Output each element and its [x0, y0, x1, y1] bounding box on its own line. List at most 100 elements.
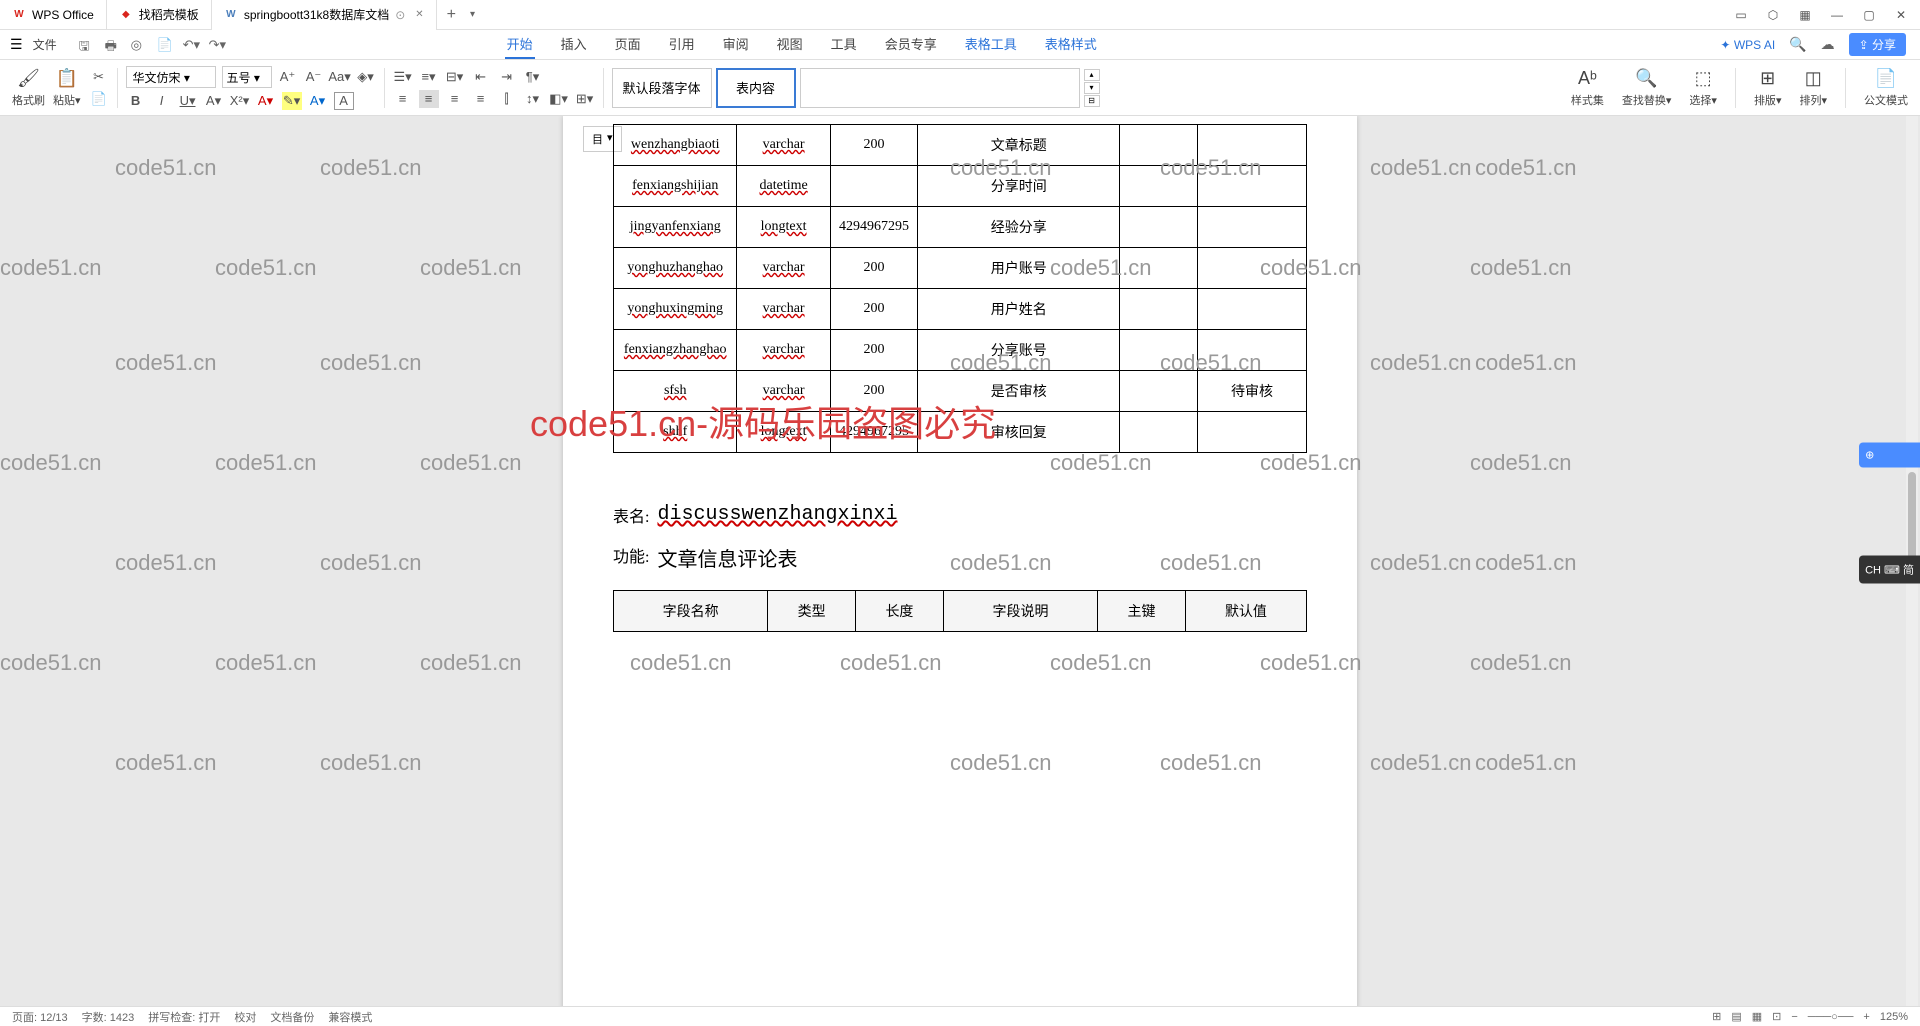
cell-default[interactable] — [1198, 248, 1307, 289]
print2-icon[interactable]: 📄 — [157, 37, 173, 53]
style-set-button[interactable]: Aᵇ 样式集 — [1571, 68, 1604, 108]
strikethrough-button[interactable]: A▾ — [204, 92, 224, 110]
cell-pk[interactable] — [1120, 371, 1198, 412]
cell-pk[interactable] — [1120, 207, 1198, 248]
side-ime-button[interactable]: CH ⌨ 简 — [1859, 556, 1920, 584]
cell-desc[interactable]: 分享账号 — [918, 330, 1120, 371]
tab-view[interactable]: 视图 — [775, 30, 805, 59]
bullets-icon[interactable]: ☰▾ — [393, 68, 413, 86]
window-icon-2[interactable]: ⬡ — [1764, 6, 1782, 24]
cell-field[interactable]: shhf — [614, 412, 737, 453]
cell-default[interactable] — [1198, 412, 1307, 453]
superscript-button[interactable]: X²▾ — [230, 92, 250, 110]
borders-icon[interactable]: ⊞▾ — [575, 90, 595, 108]
cell-desc[interactable]: 用户姓名 — [918, 289, 1120, 330]
view-mode-3-icon[interactable]: ▦ — [1752, 1010, 1762, 1023]
increase-font-icon[interactable]: A⁺ — [278, 68, 298, 86]
table-row[interactable]: yonghuzhanghaovarchar200用户账号 — [614, 248, 1307, 289]
style-table-content[interactable]: 表内容 — [716, 68, 796, 108]
align-right-icon[interactable]: ≡ — [445, 90, 465, 108]
decrease-font-icon[interactable]: A⁻ — [304, 68, 324, 86]
status-spell[interactable]: 拼写检查: 打开 — [148, 1009, 220, 1025]
status-backup[interactable]: 文档备份 — [270, 1009, 314, 1025]
select-button[interactable]: ⬚ 选择▾ — [1689, 68, 1717, 108]
cell-len[interactable] — [830, 166, 917, 207]
align-left-icon[interactable]: ≡ — [393, 90, 413, 108]
table-row[interactable]: yonghuxingmingvarchar200用户姓名 — [614, 289, 1307, 330]
find-replace-button[interactable]: 🔍 查找替换▾ — [1622, 68, 1672, 108]
new-tab-button[interactable]: + — [437, 6, 466, 24]
tab-insert[interactable]: 插入 — [559, 30, 589, 59]
minimize-icon[interactable]: — — [1828, 6, 1846, 24]
cell-default[interactable] — [1198, 330, 1307, 371]
document-area[interactable]: 目▾ wenzhangbiaotivarchar200文章标题fenxiangs… — [0, 116, 1920, 1006]
style-expand-icon[interactable]: ⊟ — [1084, 95, 1100, 107]
cell-field[interactable]: sfsh — [614, 371, 737, 412]
redo-icon[interactable]: ↷▾ — [209, 37, 225, 53]
clear-format-icon[interactable]: ◈▾ — [356, 68, 376, 86]
ltr-icon[interactable]: ¶▾ — [523, 68, 543, 86]
tab-menu-icon[interactable]: ▾ — [466, 9, 479, 20]
zoom-in-icon[interactable]: + — [1863, 1011, 1869, 1023]
tab-member[interactable]: 会员专享 — [883, 30, 939, 59]
file-menu[interactable]: 文件 — [27, 33, 63, 56]
window-icon-3[interactable]: ▦ — [1796, 6, 1814, 24]
char-border-button[interactable]: A — [334, 92, 354, 110]
table-row[interactable]: sfshvarchar200是否审核待审核 — [614, 371, 1307, 412]
cell-default[interactable] — [1198, 207, 1307, 248]
cell-field[interactable]: wenzhangbiaoti — [614, 125, 737, 166]
cell-desc[interactable]: 经验分享 — [918, 207, 1120, 248]
cell-len[interactable]: 200 — [830, 371, 917, 412]
cloud-icon[interactable]: ☁ — [1821, 36, 1835, 53]
table-header[interactable]: 字段说明 — [943, 591, 1097, 632]
cell-pk[interactable] — [1120, 289, 1198, 330]
share-button[interactable]: ⇪ 分享 — [1849, 33, 1906, 56]
side-ai-button[interactable]: ⊕ — [1859, 443, 1920, 468]
status-proof[interactable]: 校对 — [234, 1009, 256, 1025]
hamburger-icon[interactable]: ☰ — [10, 36, 23, 53]
table-row[interactable]: wenzhangbiaotivarchar200文章标题 — [614, 125, 1307, 166]
cell-desc[interactable]: 分享时间 — [918, 166, 1120, 207]
bold-button[interactable]: B — [126, 92, 146, 110]
cell-field[interactable]: yonghuxingming — [614, 289, 737, 330]
close-icon[interactable]: ✕ — [415, 9, 423, 20]
cell-type[interactable]: varchar — [737, 125, 830, 166]
zoom-value[interactable]: 125% — [1880, 1011, 1908, 1023]
document-page[interactable]: 目▾ wenzhangbiaotivarchar200文章标题fenxiangs… — [563, 116, 1357, 1006]
cell-type[interactable]: varchar — [737, 248, 830, 289]
cell-type[interactable]: longtext — [737, 412, 830, 453]
status-words[interactable]: 字数: 1423 — [82, 1009, 135, 1025]
view-mode-4-icon[interactable]: ⊡ — [1772, 1010, 1781, 1023]
cell-pk[interactable] — [1120, 248, 1198, 289]
table-row[interactable]: fenxiangzhanghaovarchar200分享账号 — [614, 330, 1307, 371]
underline-button[interactable]: U▾ — [178, 92, 198, 110]
table-row[interactable]: shhflongtext4294967295审核回复 — [614, 412, 1307, 453]
font-color-button[interactable]: A▾ — [256, 92, 276, 110]
save-icon[interactable]: 🖫 — [79, 37, 95, 53]
cell-type[interactable]: datetime — [737, 166, 830, 207]
distribute-icon[interactable]: ⫿ — [497, 90, 517, 108]
format-painter-button[interactable]: 🖌 格式刷 — [12, 68, 45, 108]
table-header[interactable]: 类型 — [768, 591, 856, 632]
cell-desc[interactable]: 文章标题 — [918, 125, 1120, 166]
font-color2-button[interactable]: A▾ — [308, 92, 328, 110]
window-icon-1[interactable]: ▭ — [1732, 6, 1750, 24]
print-icon[interactable]: 🖶 — [105, 37, 121, 53]
layout-button[interactable]: ⊞ 排版▾ — [1754, 68, 1782, 108]
font-select[interactable]: 华文仿宋 ▾ — [126, 66, 216, 88]
table-header[interactable]: 主键 — [1098, 591, 1186, 632]
arrange-button[interactable]: ◫ 排列▾ — [1799, 68, 1827, 108]
shading-icon[interactable]: ◧▾ — [549, 90, 569, 108]
table-row[interactable]: fenxiangshijiandatetime分享时间 — [614, 166, 1307, 207]
db-table-1[interactable]: wenzhangbiaotivarchar200文章标题fenxiangshij… — [613, 124, 1307, 453]
table-header[interactable]: 默认值 — [1185, 591, 1306, 632]
undo-icon[interactable]: ↶▾ — [183, 37, 199, 53]
cell-type[interactable]: longtext — [737, 207, 830, 248]
cut-icon[interactable]: ✂ — [89, 68, 109, 86]
tab-reference[interactable]: 引用 — [667, 30, 697, 59]
tab-tools[interactable]: 工具 — [829, 30, 859, 59]
search-icon[interactable]: 🔍 — [1789, 36, 1806, 53]
highlight-button[interactable]: ✎▾ — [282, 92, 302, 110]
cell-pk[interactable] — [1120, 330, 1198, 371]
maximize-icon[interactable]: ▢ — [1860, 6, 1878, 24]
